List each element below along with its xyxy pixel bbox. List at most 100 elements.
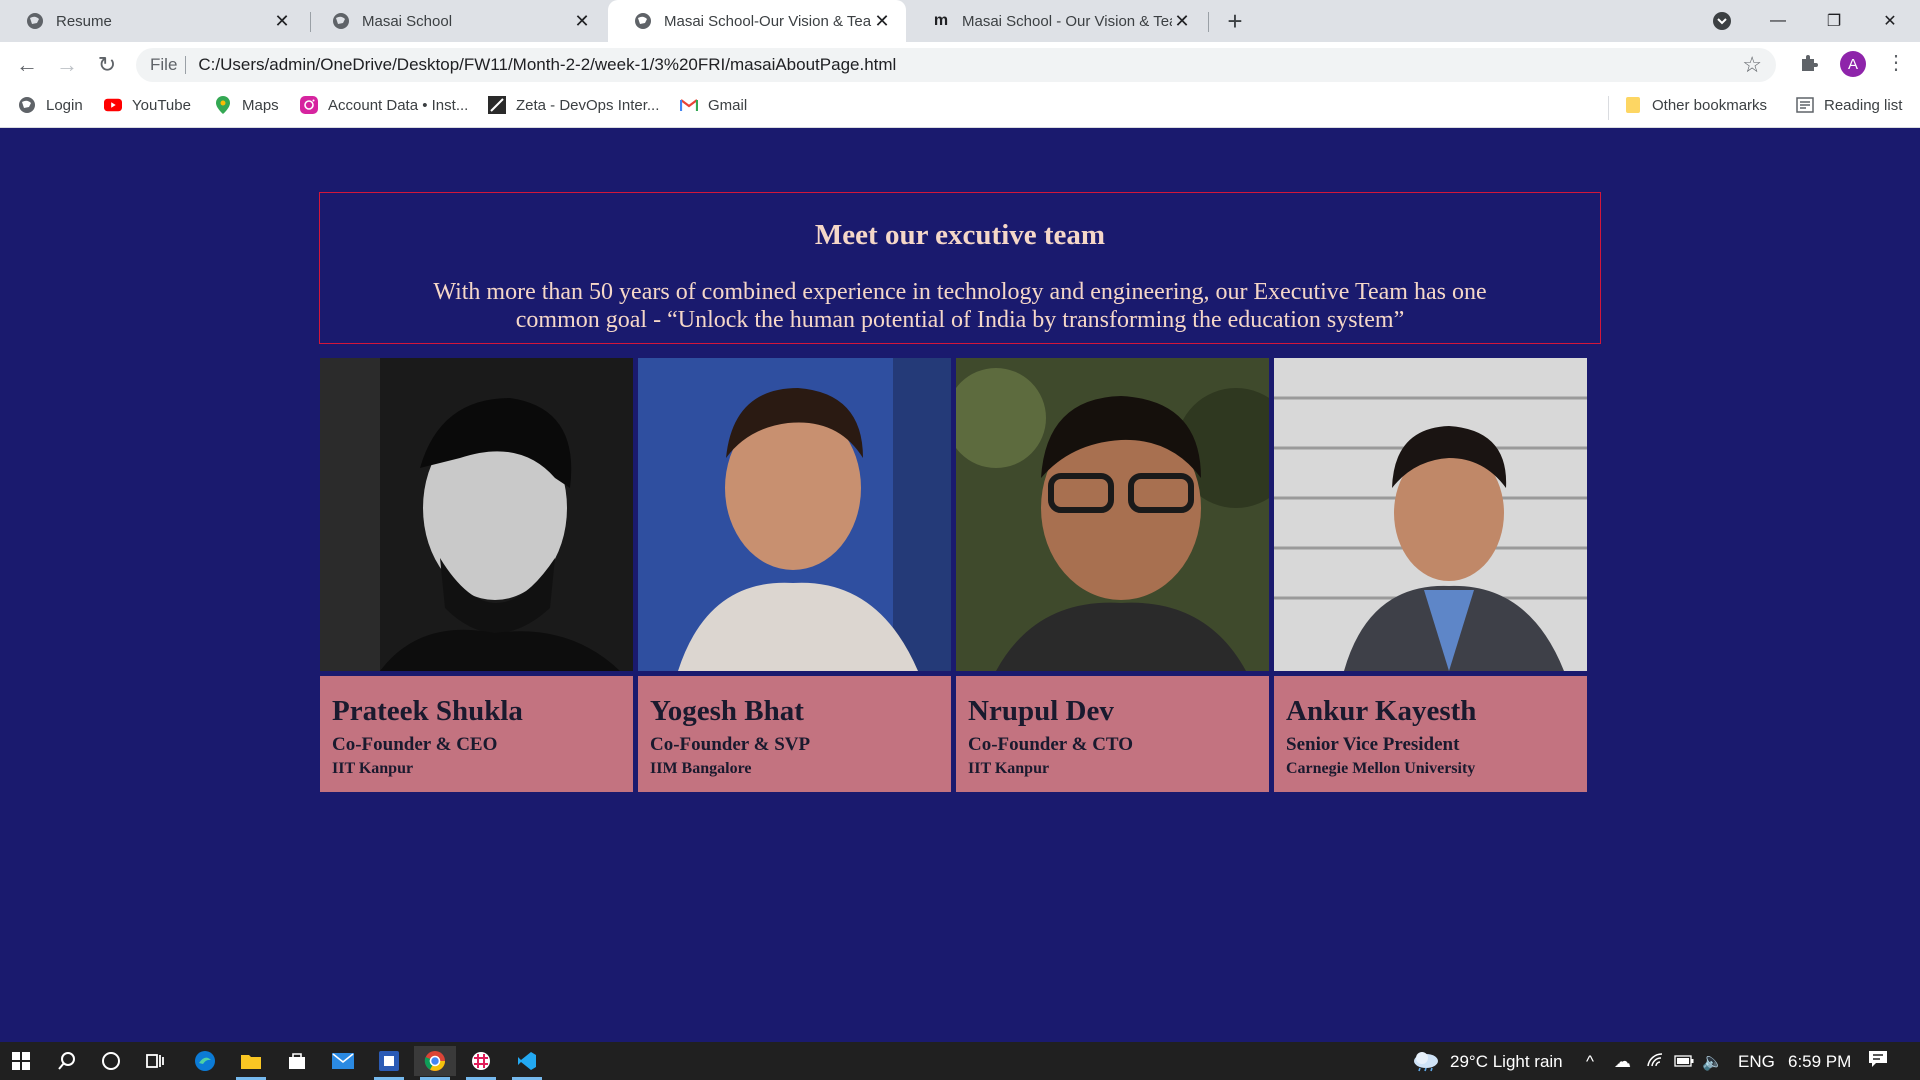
other-bookmarks[interactable]: Other bookmarks bbox=[1624, 96, 1767, 114]
team-info: Yogesh Bhat Co-Founder & SVP IIM Bangalo… bbox=[638, 676, 951, 792]
forward-button[interactable]: → bbox=[52, 50, 82, 80]
team-info: Ankur Kayesth Senior Vice President Carn… bbox=[1274, 676, 1587, 792]
weather-cloud-icon[interactable] bbox=[1412, 1048, 1440, 1077]
youtube-icon bbox=[104, 96, 122, 114]
member-education: IIT Kanpur bbox=[968, 760, 1050, 777]
close-icon[interactable]: ✕ bbox=[272, 11, 292, 31]
tab-title: Masai School - Our Vision & Tear bbox=[962, 12, 1172, 30]
team-info: Nrupul Dev Co-Founder & CTO IIT Kanpur bbox=[956, 676, 1269, 792]
member-education: IIT Kanpur bbox=[332, 760, 414, 777]
reload-button[interactable]: ↻ bbox=[92, 50, 122, 80]
chevron-up-icon[interactable]: ^ bbox=[1586, 1052, 1594, 1072]
bookmark-zeta[interactable]: Zeta - DevOps Inter... bbox=[488, 96, 659, 114]
globe-icon bbox=[332, 12, 350, 30]
team-cards: Prateek Shukla Co-Founder & CEO IIT Kanp… bbox=[320, 358, 1590, 792]
bookmarks-separator bbox=[1608, 96, 1609, 120]
tab-strip: Resume ✕ Masai School ✕ Masai School-Our… bbox=[0, 0, 1920, 42]
member-role: Co-Founder & CEO bbox=[332, 734, 498, 755]
address-bar[interactable]: i File C:/Users/admin/OneDrive/Desktop/F… bbox=[136, 48, 1776, 391]
other-bookmarks-label: Other bookmarks bbox=[1652, 96, 1768, 114]
team-heading: Meet our excutive team bbox=[814, 219, 1106, 251]
bookmark-label: Account Data • Inst... bbox=[328, 96, 469, 114]
address-separator bbox=[185, 56, 187, 74]
instagram-icon bbox=[300, 96, 318, 114]
tab-search-button[interactable] bbox=[1694, 0, 1750, 42]
tab-masai-school[interactable]: Masai School ✕ bbox=[306, 0, 606, 42]
edge-browser-icon[interactable] bbox=[184, 1046, 226, 1076]
browser-menu-icon[interactable]: ⋮ bbox=[1886, 50, 1906, 75]
tab-vision-team-2[interactable]: m Masai School - Our Vision & Tear ✕ bbox=[906, 0, 1206, 42]
wifi-icon[interactable] bbox=[1646, 1052, 1664, 1073]
team-card: Yogesh Bhat Co-Founder & SVP IIM Bangalo… bbox=[638, 358, 951, 792]
volume-icon[interactable]: 🔈 bbox=[1702, 1052, 1723, 1072]
cortana-icon[interactable] bbox=[90, 1046, 132, 1076]
bookmark-label: Gmail bbox=[708, 96, 748, 114]
windows-start-icon[interactable] bbox=[0, 1046, 42, 1076]
member-role: Senior Vice President bbox=[1286, 734, 1460, 755]
extensions-puzzle-icon[interactable] bbox=[1798, 52, 1820, 80]
bookmark-label: Zeta - DevOps Inter... bbox=[516, 96, 660, 114]
bookmark-star-icon[interactable]: ☆ bbox=[1742, 52, 1762, 78]
store-icon[interactable] bbox=[276, 1046, 318, 1076]
team-description: With more than 50 years of combined expe… bbox=[433, 279, 1487, 333]
bookmark-account-data[interactable]: Account Data • Inst... bbox=[300, 96, 468, 114]
vscode-icon[interactable] bbox=[506, 1046, 548, 1080]
maps-pin-icon bbox=[214, 96, 232, 114]
team-photo-yogesh bbox=[638, 358, 951, 671]
globe-icon bbox=[634, 12, 652, 30]
url-text[interactable]: C:/Users/admin/OneDrive/Desktop/FW11/Mon… bbox=[198, 55, 896, 75]
team-photo-prateek bbox=[320, 358, 633, 671]
profile-avatar[interactable]: A bbox=[1840, 51, 1866, 77]
bookmark-gmail[interactable]: Gmail bbox=[680, 96, 747, 114]
zeta-icon bbox=[488, 96, 506, 114]
onedrive-cloud-icon[interactable]: ☁ bbox=[1614, 1052, 1631, 1072]
bookmark-label: YouTube bbox=[132, 96, 191, 114]
chrome-icon[interactable] bbox=[414, 1046, 456, 1080]
member-role: Co-Founder & CTO bbox=[968, 734, 1134, 755]
weather-text[interactable]: 29°C Light rain bbox=[1450, 1052, 1563, 1072]
mail-icon[interactable] bbox=[322, 1046, 364, 1076]
team-card: Prateek Shukla Co-Founder & CEO IIT Kanp… bbox=[320, 358, 633, 792]
bookmark-login[interactable]: Login bbox=[18, 96, 83, 114]
restore-button[interactable]: ❐ bbox=[1806, 0, 1862, 42]
new-tab-button[interactable]: + bbox=[1220, 6, 1250, 36]
masai-m-icon: m bbox=[933, 12, 949, 29]
clock-time[interactable]: 6:59 PM bbox=[1788, 1052, 1851, 1072]
team-card: Nrupul Dev Co-Founder & CTO IIT Kanpur bbox=[956, 358, 1269, 792]
battery-icon[interactable] bbox=[1674, 1052, 1694, 1072]
scheme-label: File bbox=[150, 55, 178, 74]
notification-icon[interactable] bbox=[1868, 1050, 1888, 1073]
close-icon[interactable]: ✕ bbox=[1172, 11, 1192, 31]
reading-list-label: Reading list bbox=[1824, 96, 1903, 114]
slack-icon[interactable] bbox=[460, 1046, 502, 1080]
minimize-button[interactable]: — bbox=[1750, 0, 1806, 42]
close-icon[interactable]: ✕ bbox=[572, 11, 592, 31]
tab-separator bbox=[1208, 12, 1209, 32]
folder-icon bbox=[1624, 96, 1642, 114]
tab-title: Resume bbox=[56, 12, 112, 30]
windows-taskbar: 29°C Light rain ^ ☁ 🔈 ENG 6:59 PM bbox=[0, 1042, 1920, 1080]
language-indicator[interactable]: ENG bbox=[1738, 1052, 1775, 1072]
bookmark-youtube[interactable]: YouTube bbox=[104, 96, 191, 114]
page-content: Meet our excutive team With more than 50… bbox=[0, 129, 1920, 1042]
file-explorer-icon[interactable] bbox=[230, 1046, 272, 1080]
team-info: Prateek Shukla Co-Founder & CEO IIT Kanp… bbox=[320, 676, 633, 792]
team-photo-nrupul bbox=[956, 358, 1269, 671]
bookmark-maps[interactable]: Maps bbox=[214, 96, 279, 114]
tab-resume[interactable]: Resume ✕ bbox=[0, 0, 306, 42]
back-button[interactable]: ← bbox=[12, 50, 42, 80]
team-photo-ankur bbox=[1274, 358, 1587, 671]
task-view-icon[interactable] bbox=[134, 1046, 176, 1076]
tab-vision-team-active[interactable]: Masai School-Our Vision & Team ✕ bbox=[608, 0, 906, 42]
tab-title: Masai School bbox=[362, 12, 453, 30]
globe-icon bbox=[26, 12, 44, 30]
word-icon[interactable] bbox=[368, 1046, 410, 1080]
member-role: Co-Founder & SVP bbox=[650, 734, 811, 755]
tab-title: Masai School-Our Vision & Team bbox=[664, 12, 872, 30]
search-icon[interactable] bbox=[46, 1046, 88, 1076]
close-icon[interactable]: ✕ bbox=[872, 11, 892, 31]
bookmark-label: Maps bbox=[242, 96, 279, 114]
reading-list[interactable]: Reading list bbox=[1796, 96, 1902, 114]
globe-icon bbox=[18, 96, 36, 114]
window-close-button[interactable]: ✕ bbox=[1862, 0, 1918, 42]
